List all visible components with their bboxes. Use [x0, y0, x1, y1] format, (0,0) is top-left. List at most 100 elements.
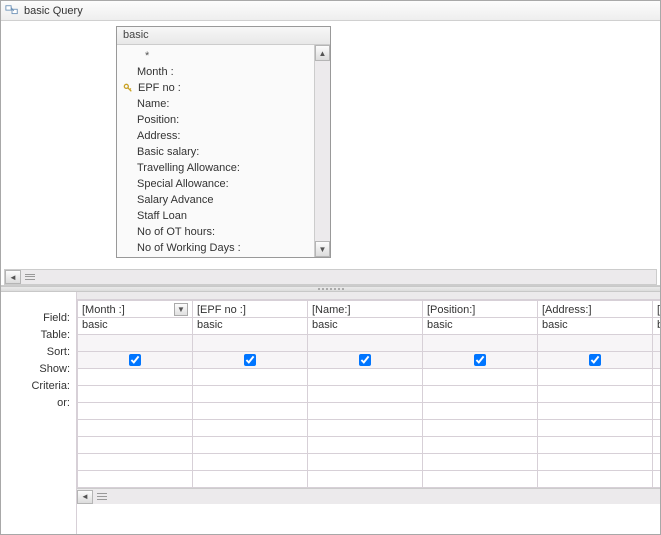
show-checkbox[interactable] — [129, 354, 141, 366]
blank-cell[interactable] — [78, 454, 193, 471]
sort-cell[interactable] — [538, 335, 653, 352]
scroll-grip[interactable] — [23, 271, 37, 283]
upper-horizontal-scrollbar[interactable]: ◄ — [4, 269, 657, 285]
or-cell[interactable] — [423, 386, 538, 403]
scroll-down-button[interactable]: ▼ — [315, 241, 330, 257]
sort-cell[interactable] — [193, 335, 308, 352]
show-checkbox[interactable] — [589, 354, 601, 366]
field-list-item[interactable]: Travelling Allowance: — [123, 160, 314, 176]
field-list-item[interactable]: Staff Loan — [123, 208, 314, 224]
table-cell[interactable]: b — [653, 318, 660, 335]
blank-cell[interactable] — [308, 454, 423, 471]
field-list-items[interactable]: *Month :EPF no : Name: Position: Address: Ba… — [117, 45, 314, 257]
field-cell[interactable]: [Name:] — [308, 301, 423, 318]
field-list-item[interactable]: * — [123, 48, 314, 64]
table-cell[interactable]: basic — [538, 318, 653, 335]
blank-cell[interactable] — [78, 471, 193, 488]
blank-cell[interactable] — [653, 454, 660, 471]
field-cell[interactable]: [Address:] — [538, 301, 653, 318]
show-checkbox[interactable] — [359, 354, 371, 366]
blank-cell[interactable] — [538, 471, 653, 488]
or-cell[interactable] — [538, 386, 653, 403]
blank-cell[interactable] — [308, 471, 423, 488]
field-list-title[interactable]: basic — [117, 27, 330, 45]
field-list-item[interactable]: Month : — [123, 64, 314, 80]
show-checkbox[interactable] — [244, 354, 256, 366]
sort-cell[interactable] — [653, 335, 660, 352]
or-cell[interactable] — [78, 386, 193, 403]
field-list-item[interactable]: Salary Advance — [123, 192, 314, 208]
blank-cell[interactable] — [193, 454, 308, 471]
blank-cell[interactable] — [653, 437, 660, 454]
scroll-left-button[interactable]: ◄ — [77, 490, 93, 504]
field-list-item[interactable]: No of Working Days : — [123, 240, 314, 256]
show-cell[interactable] — [423, 352, 538, 369]
lower-horizontal-scrollbar[interactable]: ◄ — [77, 488, 660, 504]
design-grid[interactable]: [Month :]▼[EPF no :][Name:][Position:][A… — [77, 300, 660, 488]
blank-cell[interactable] — [193, 403, 308, 420]
field-list-item-label: Name: — [137, 98, 169, 110]
blank-cell[interactable] — [193, 437, 308, 454]
blank-cell[interactable] — [308, 403, 423, 420]
field-list-item[interactable]: No of OT hours: — [123, 224, 314, 240]
blank-cell[interactable] — [193, 471, 308, 488]
show-cell[interactable] — [308, 352, 423, 369]
table-cell[interactable]: basic — [308, 318, 423, 335]
blank-cell[interactable] — [308, 420, 423, 437]
blank-cell[interactable] — [78, 403, 193, 420]
show-cell[interactable] — [538, 352, 653, 369]
show-checkbox[interactable] — [474, 354, 486, 366]
field-cell[interactable]: [EPF no :] — [193, 301, 308, 318]
criteria-cell[interactable] — [308, 369, 423, 386]
field-list-item[interactable]: Basic salary: — [123, 144, 314, 160]
blank-cell[interactable] — [538, 420, 653, 437]
scroll-grip[interactable] — [95, 491, 109, 503]
blank-cell[interactable] — [423, 420, 538, 437]
blank-cell[interactable] — [653, 420, 660, 437]
or-cell[interactable] — [308, 386, 423, 403]
blank-cell[interactable] — [538, 403, 653, 420]
table-cell[interactable]: basic — [193, 318, 308, 335]
blank-cell[interactable] — [653, 471, 660, 488]
show-cell[interactable] — [193, 352, 308, 369]
blank-cell[interactable] — [308, 437, 423, 454]
blank-cell[interactable] — [538, 454, 653, 471]
sort-cell[interactable] — [78, 335, 193, 352]
or-cell[interactable] — [653, 386, 660, 403]
blank-cell[interactable] — [538, 437, 653, 454]
field-cell[interactable]: [Month :]▼ — [78, 301, 193, 318]
field-list-item[interactable]: Special Allowance: — [123, 176, 314, 192]
field-list-item[interactable]: Position: — [123, 112, 314, 128]
sort-cell[interactable] — [423, 335, 538, 352]
or-cell[interactable] — [193, 386, 308, 403]
show-cell[interactable] — [78, 352, 193, 369]
field-list-item[interactable]: Name: — [123, 96, 314, 112]
field-list-box[interactable]: basic *Month :EPF no : Name: Position: Addr… — [116, 26, 331, 258]
criteria-cell[interactable] — [538, 369, 653, 386]
field-list-item[interactable]: Address: — [123, 128, 314, 144]
table-cell[interactable]: basic — [78, 318, 193, 335]
blank-cell[interactable] — [78, 437, 193, 454]
table-cell[interactable]: basic — [423, 318, 538, 335]
criteria-cell[interactable] — [653, 369, 660, 386]
scroll-up-button[interactable]: ▲ — [315, 45, 330, 61]
blank-cell[interactable] — [423, 403, 538, 420]
criteria-cell[interactable] — [193, 369, 308, 386]
field-list-scrollbar[interactable]: ▲ ▼ — [314, 45, 330, 257]
field-cell[interactable]: [ — [653, 301, 660, 318]
sort-cell[interactable] — [308, 335, 423, 352]
blank-cell[interactable] — [653, 403, 660, 420]
field-cell[interactable]: [Position:] — [423, 301, 538, 318]
scroll-left-button[interactable]: ◄ — [5, 270, 21, 284]
field-list-item-label: Address: — [137, 130, 180, 142]
blank-cell[interactable] — [423, 437, 538, 454]
field-list-item[interactable]: EPF no : — [123, 80, 314, 96]
criteria-cell[interactable] — [423, 369, 538, 386]
show-cell[interactable] — [653, 352, 660, 369]
blank-cell[interactable] — [78, 420, 193, 437]
blank-cell[interactable] — [423, 471, 538, 488]
dropdown-button[interactable]: ▼ — [174, 303, 188, 316]
blank-cell[interactable] — [193, 420, 308, 437]
criteria-cell[interactable] — [78, 369, 193, 386]
blank-cell[interactable] — [423, 454, 538, 471]
